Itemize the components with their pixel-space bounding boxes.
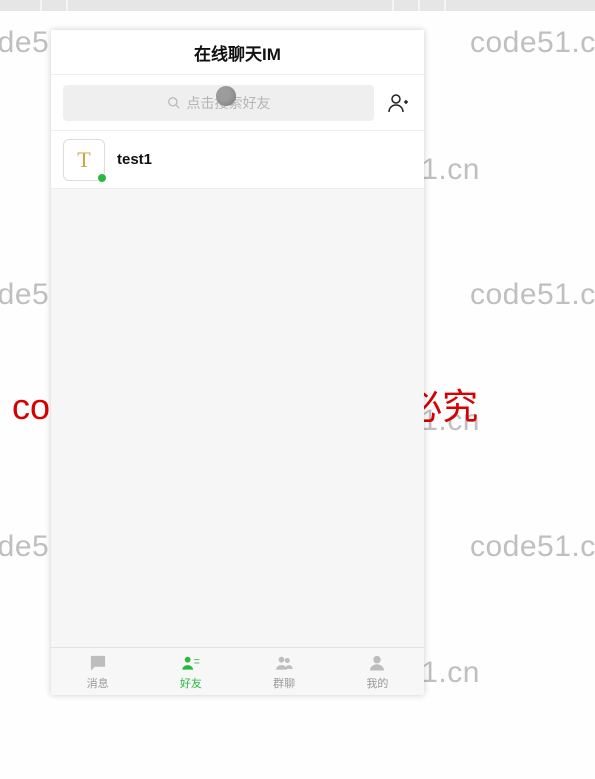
- search-icon: [167, 96, 181, 110]
- page-title: 在线聊天IM: [194, 40, 281, 65]
- user-icon: [367, 653, 387, 673]
- add-user-icon: [386, 91, 410, 115]
- cursor-indicator: [216, 86, 236, 106]
- tab-groups[interactable]: 群聊: [238, 648, 331, 695]
- tab-label: 群聊: [273, 675, 295, 691]
- tab-messages[interactable]: 消息: [51, 648, 144, 695]
- friend-row[interactable]: T test1: [51, 131, 424, 189]
- tab-friends[interactable]: 好友: [144, 648, 237, 695]
- app-frame: 在线聊天IM 点击搜索好友 T test1 消息 好友: [51, 30, 424, 695]
- bottom-tabbar: 消息 好友 群聊 我的: [51, 647, 424, 695]
- group-icon: [274, 653, 294, 673]
- tab-label: 我的: [366, 675, 388, 691]
- friend-name: test1: [117, 151, 152, 168]
- friends-list: T test1: [51, 131, 424, 647]
- watermark: code51.cn: [470, 26, 595, 60]
- browser-tab-strip: [0, 0, 595, 11]
- friends-icon: [181, 653, 201, 673]
- online-indicator: [97, 173, 107, 183]
- search-row: 点击搜索好友: [51, 75, 424, 131]
- chat-icon: [88, 653, 108, 673]
- tab-label: 好友: [180, 675, 202, 691]
- titlebar: 在线聊天IM: [51, 30, 424, 75]
- tab-label: 消息: [87, 675, 109, 691]
- watermark: code51.cn: [470, 278, 595, 312]
- tab-me[interactable]: 我的: [331, 648, 424, 695]
- watermark: code51.cn: [470, 530, 595, 564]
- add-friend-button[interactable]: [384, 89, 412, 117]
- avatar-wrap: T: [63, 139, 105, 181]
